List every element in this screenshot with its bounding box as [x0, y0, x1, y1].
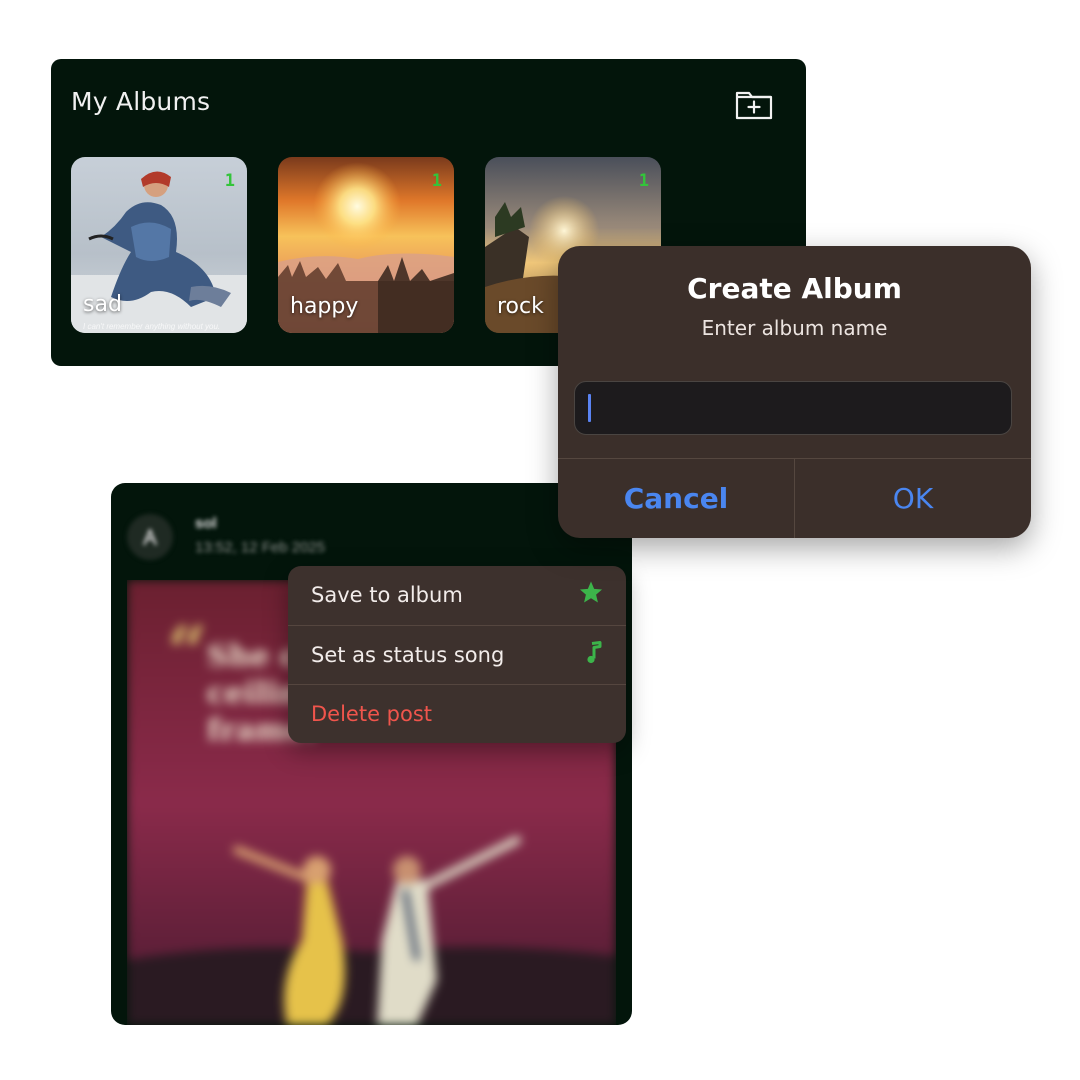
album-name-input[interactable] [574, 381, 1012, 435]
post-context-menu: Save to album Set as status song Delete … [288, 566, 626, 743]
music-note-icon [584, 641, 604, 670]
menu-item-set-status-song[interactable]: Set as status song [288, 626, 626, 684]
album-name: sad [83, 292, 122, 317]
dialog-subtitle: Enter album name [701, 316, 888, 340]
menu-item-label: Set as status song [311, 643, 505, 667]
ok-button[interactable]: OK [795, 459, 1031, 538]
menu-item-save-to-album[interactable]: Save to album [288, 566, 626, 624]
new-album-button[interactable] [735, 88, 773, 120]
avatar[interactable] [127, 514, 173, 560]
menu-item-label: Save to album [311, 583, 463, 607]
post-author[interactable]: sol [195, 515, 217, 532]
album-card-happy[interactable]: 1 happy [278, 157, 454, 333]
user-icon [142, 528, 158, 546]
album-name: rock [497, 294, 544, 319]
album-count: 1 [638, 171, 649, 191]
album-name: happy [290, 294, 359, 319]
album-count: 1 [431, 171, 442, 191]
album-card-sad[interactable]: 1 sad I can't remember anything without … [71, 157, 247, 333]
post-timestamp: 13:52, 12 Feb 2025 [195, 539, 326, 556]
cancel-button[interactable]: Cancel [558, 459, 794, 538]
albums-title: My Albums [71, 87, 211, 116]
post-card: sol 13:52, 12 Feb 2025 “ She ceilin... f… [111, 483, 632, 1025]
quote-mark: “ [167, 610, 208, 693]
text-caret [588, 394, 591, 422]
folder-plus-icon [735, 91, 773, 120]
dialog-title: Create Album [687, 272, 902, 305]
create-album-dialog: Create Album Enter album name Cancel OK [558, 246, 1031, 538]
menu-item-delete-post[interactable]: Delete post [288, 685, 626, 743]
album-count: 1 [224, 171, 235, 191]
post-header: sol 13:52, 12 Feb 2025 [111, 483, 632, 579]
star-icon [578, 580, 604, 611]
album-caption: I can't remember anything without you. [83, 322, 221, 331]
menu-item-label: Delete post [311, 702, 433, 726]
